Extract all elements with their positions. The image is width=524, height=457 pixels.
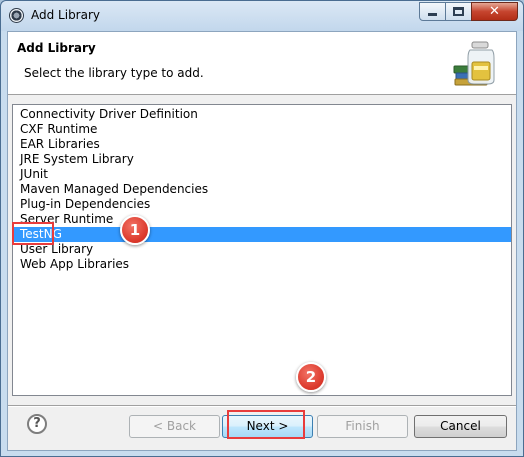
- list-item[interactable]: Connectivity Driver Definition: [13, 107, 511, 122]
- minimize-button[interactable]: [419, 2, 446, 21]
- dialog-header: Add Library Select the library type to a…: [8, 32, 516, 95]
- close-icon: ✕: [489, 4, 500, 19]
- minimize-icon: [428, 13, 437, 16]
- dialog-body: Add Library Select the library type to a…: [7, 31, 517, 451]
- header-title: Add Library: [17, 41, 96, 55]
- list-item[interactable]: Plug-in Dependencies: [13, 197, 511, 212]
- help-icon[interactable]: ?: [27, 414, 47, 434]
- list-item[interactable]: JRE System Library: [13, 152, 511, 167]
- list-item[interactable]: EAR Libraries: [13, 137, 511, 152]
- title-bar[interactable]: Add Library ✕: [1, 1, 523, 31]
- cancel-button[interactable]: Cancel: [414, 415, 507, 438]
- list-item[interactable]: Web App Libraries: [13, 257, 511, 272]
- step1-number-badge: 1: [120, 215, 150, 245]
- step2-highlight-box: [227, 410, 305, 439]
- list-item-selected[interactable]: TestNG: [13, 227, 511, 242]
- list-item[interactable]: Server Runtime: [13, 212, 511, 227]
- library-jar-icon: [453, 41, 495, 86]
- step1-highlight-box: [12, 222, 54, 245]
- finish-button[interactable]: Finish: [317, 415, 408, 438]
- footer-divider: [8, 405, 516, 407]
- window-title: Add Library: [31, 8, 101, 22]
- maximize-button[interactable]: [445, 2, 472, 21]
- list-item[interactable]: Maven Managed Dependencies: [13, 182, 511, 197]
- list-item[interactable]: CXF Runtime: [13, 122, 511, 137]
- back-button[interactable]: < Back: [129, 415, 220, 438]
- add-library-dialog: Add Library ✕ Add Library Select the lib…: [0, 0, 524, 457]
- library-type-list[interactable]: Connectivity Driver Definition CXF Runti…: [12, 104, 512, 396]
- eclipse-app-icon: [9, 8, 24, 23]
- step2-number-badge: 2: [296, 362, 326, 392]
- list-item[interactable]: JUnit: [13, 167, 511, 182]
- close-button[interactable]: ✕: [471, 2, 518, 21]
- list-item[interactable]: User Library: [13, 242, 511, 257]
- header-description: Select the library type to add.: [24, 66, 204, 80]
- maximize-icon: [453, 7, 464, 16]
